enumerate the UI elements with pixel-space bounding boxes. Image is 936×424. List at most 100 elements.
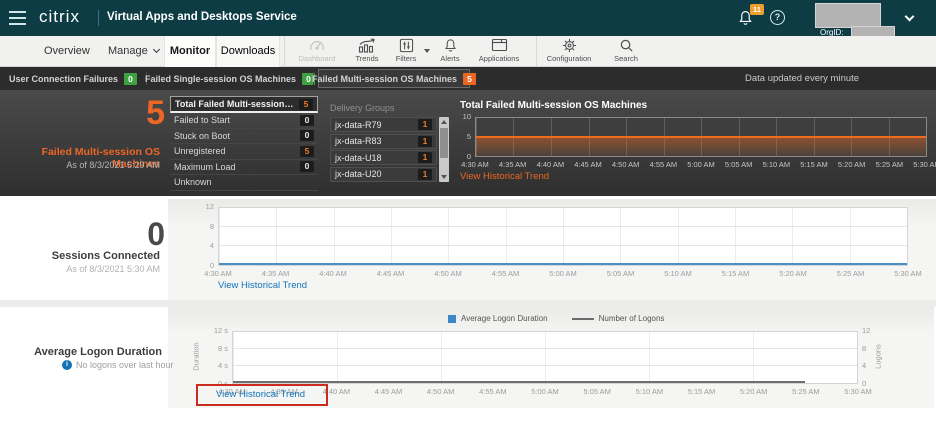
category-count-badge: 0 xyxy=(300,161,314,172)
failed-machines-plot xyxy=(475,117,927,157)
delivery-group-count-badge: 1 xyxy=(418,152,432,163)
gridline xyxy=(850,208,851,265)
nav-tool-configuration[interactable]: Configuration xyxy=(541,38,597,66)
data-updated-text: Data updated every minute xyxy=(745,67,859,90)
failure-category-row[interactable]: Failed to Start0 xyxy=(170,113,318,129)
gridline xyxy=(545,332,546,383)
x-tick-label: 4:30 AM xyxy=(461,160,489,169)
tab-failed-multi-session[interactable]: Failed Multi-session OS Machines 5 xyxy=(318,69,470,88)
category-label: Failed to Start xyxy=(174,115,230,125)
legend-label-duration: Average Logon Duration xyxy=(461,314,548,323)
x-tick-label: 5:05 AM xyxy=(725,160,753,169)
scroll-down-icon[interactable] xyxy=(441,175,447,179)
nav-tool-search[interactable]: Search xyxy=(598,38,654,66)
failure-category-row[interactable]: Maximum Load 0 xyxy=(170,160,318,176)
delivery-groups-scrollbar[interactable] xyxy=(439,117,449,182)
delivery-group-name: jx-data-U18 xyxy=(335,153,382,163)
tab-failed-single-session[interactable]: Failed Single-session OS Machines 0 xyxy=(150,67,310,90)
chart-legend: Average Logon Duration Number of Logons xyxy=(448,314,664,323)
product-title: Virtual Apps and Desktops Service xyxy=(107,11,297,23)
delivery-group-row[interactable]: jx-data-R791 xyxy=(330,117,437,132)
nav-overview[interactable]: Overview xyxy=(44,36,90,67)
tab-user-connection-failures[interactable]: User Connection Failures 0 xyxy=(4,67,142,90)
x-tick-label: 4:50 AM xyxy=(434,269,462,278)
top-header-bar: citrix Virtual Apps and Desktops Service… xyxy=(0,0,936,36)
x-tick-label: 4:30 AM xyxy=(204,269,232,278)
x-tick-label: 4:45 AM xyxy=(574,160,602,169)
gridline xyxy=(448,208,449,265)
no-logons-text: No logons over last hour xyxy=(76,360,174,370)
delivery-group-count-badge: 1 xyxy=(418,119,432,130)
delivery-group-name: jx-data-R83 xyxy=(335,136,382,146)
gridline xyxy=(735,208,736,265)
series-fill xyxy=(476,137,926,156)
x-tick-label: 4:45 AM xyxy=(377,269,405,278)
x-tick-label: 4:50 AM xyxy=(612,160,640,169)
x-tick-label: 5:15 AM xyxy=(722,269,750,278)
logon-duration-plot xyxy=(232,331,858,384)
tool-label: Alerts xyxy=(422,54,478,63)
failure-category-row[interactable]: Unknown xyxy=(170,175,318,191)
redacted-account-name xyxy=(815,3,881,28)
x-tick-label: 5:25 AM xyxy=(876,160,904,169)
x-axis-labels: 4:30 AM4:35 AM4:40 AM4:45 AM4:50 AM4:55 … xyxy=(218,267,908,277)
x-tick-label: 5:10 AM xyxy=(763,160,791,169)
nav-monitor[interactable]: Monitor xyxy=(164,36,216,67)
failed-chart-title: Total Failed Multi-session OS Machines xyxy=(460,100,647,111)
x-tick-label: 5:15 AM xyxy=(688,387,716,396)
nav-downloads[interactable]: Downloads xyxy=(216,36,280,67)
scroll-up-icon[interactable] xyxy=(441,120,447,124)
failure-category-row[interactable]: Unregistered5 xyxy=(170,144,318,160)
gridline xyxy=(337,332,338,383)
x-tick-label: 4:35 AM xyxy=(499,160,527,169)
account-chevron-icon[interactable] xyxy=(905,12,915,22)
y-tick-label: 4 xyxy=(862,362,866,370)
category-label: Maximum Load xyxy=(174,162,236,172)
x-tick-label: 5:30 AM xyxy=(894,269,922,278)
y-tick-label: 12 s xyxy=(214,327,228,335)
gridline xyxy=(620,208,621,265)
view-historical-trend-link-sessions[interactable]: View Historical Trend xyxy=(218,280,307,291)
gridline xyxy=(563,208,564,265)
nav-tool-dashboard[interactable]: Dashboard xyxy=(289,38,345,66)
delivery-group-row[interactable]: jx-data-U18 1 xyxy=(330,150,437,165)
failure-category-row[interactable]: Stuck on Boot0 xyxy=(170,129,318,145)
delivery-group-count-badge: 1 xyxy=(418,136,432,147)
duration-axis-label: Duration xyxy=(192,337,201,377)
category-label: Unregistered xyxy=(174,146,226,156)
delivery-groups-header: Delivery Groups xyxy=(330,103,395,113)
tool-label: Applications xyxy=(471,54,527,63)
view-historical-trend-link-failed[interactable]: View Historical Trend xyxy=(460,171,549,182)
y-tick-label: 4 xyxy=(210,242,214,250)
x-tick-label: 5:00 AM xyxy=(531,387,559,396)
delivery-group-row[interactable]: jx-data-U201 xyxy=(330,167,437,182)
hamburger-menu-icon[interactable] xyxy=(9,9,29,27)
y-axis-labels: 0510 xyxy=(449,117,471,157)
failure-filter-selected[interactable]: Total Failed Multi-session OS Ma...5 xyxy=(170,96,318,113)
legend-label-logons: Number of Logons xyxy=(599,314,665,323)
x-tick-label: 4:35 AM xyxy=(262,269,290,278)
tab-label: Failed Multi-session OS Machines xyxy=(312,74,457,84)
failure-category-list: Total Failed Multi-session OS Ma...5Fail… xyxy=(170,96,318,196)
x-tick-label: 4:40 AM xyxy=(537,160,565,169)
nav-manage[interactable]: Manage xyxy=(108,36,159,67)
nav-tool-applications[interactable]: Applications xyxy=(471,38,527,66)
y-tick-label: 8 xyxy=(210,223,214,231)
gridline xyxy=(233,348,857,349)
dashboard-gauge-icon xyxy=(289,38,345,53)
x-tick-label: 5:20 AM xyxy=(740,387,768,396)
delivery-group-row[interactable]: jx-data-R83 1 xyxy=(330,134,437,149)
category-label: Unknown xyxy=(174,177,212,187)
nav-tool-alerts[interactable]: Alerts xyxy=(422,38,478,66)
scrollbar-thumb[interactable] xyxy=(440,128,448,158)
series-line-sessions-connected xyxy=(219,263,907,265)
x-tick-label: 5:15 AM xyxy=(800,160,828,169)
gridline xyxy=(649,332,650,383)
gridline xyxy=(907,208,908,265)
help-icon[interactable]: ? xyxy=(770,10,785,25)
citrix-monitor-dashboard: citrix Virtual Apps and Desktops Service… xyxy=(0,0,936,424)
logon-duration-title: Average Logon Duration xyxy=(0,346,162,358)
notification-count-badge: 11 xyxy=(750,4,764,15)
gridline xyxy=(678,208,679,265)
x-tick-label: 5:00 AM xyxy=(549,269,577,278)
